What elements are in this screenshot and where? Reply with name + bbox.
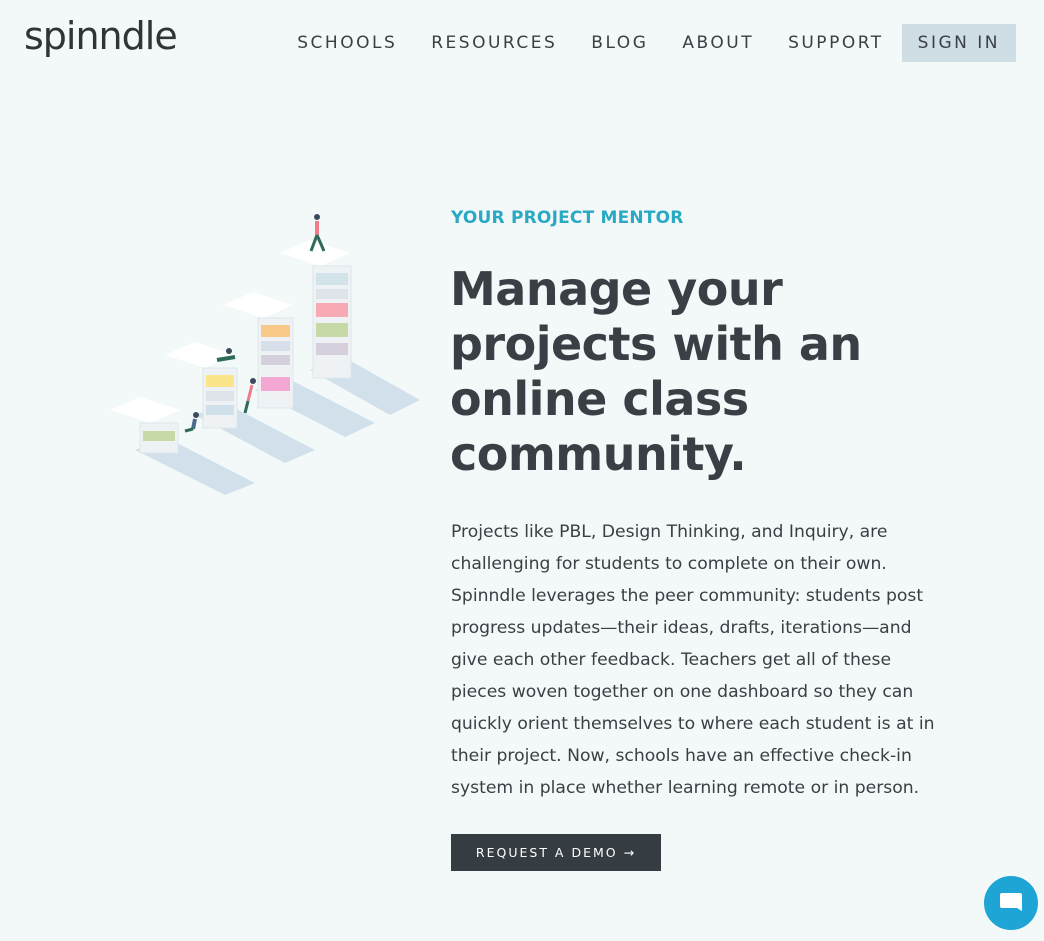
- sign-in-button[interactable]: SIGN IN: [901, 24, 1016, 62]
- hero-body: Projects like PBL, Design Thinking, and …: [451, 522, 935, 798]
- nav-support[interactable]: SUPPORT: [788, 24, 884, 62]
- hero-kicker: YOUR PROJECT MENTOR: [451, 208, 684, 228]
- chat-bubble-icon: [1000, 893, 1022, 911]
- main-nav: SCHOOLS RESOURCES BLOG ABOUT SUPPORT SIG…: [263, 24, 1016, 62]
- nav-schools[interactable]: SCHOOLS: [297, 24, 397, 62]
- chat-launcher-button[interactable]: [984, 876, 1038, 930]
- project-stairs-illustration: [105, 205, 425, 505]
- nav-about[interactable]: ABOUT: [682, 24, 754, 62]
- nav-blog[interactable]: BLOG: [591, 24, 648, 62]
- spinndle-logo[interactable]: spinndle: [24, 14, 178, 58]
- nav-resources[interactable]: RESOURCES: [431, 24, 557, 62]
- hero-headline: Manage your projects with an online clas…: [450, 262, 862, 481]
- request-demo-button[interactable]: REQUEST A DEMO →: [451, 834, 661, 871]
